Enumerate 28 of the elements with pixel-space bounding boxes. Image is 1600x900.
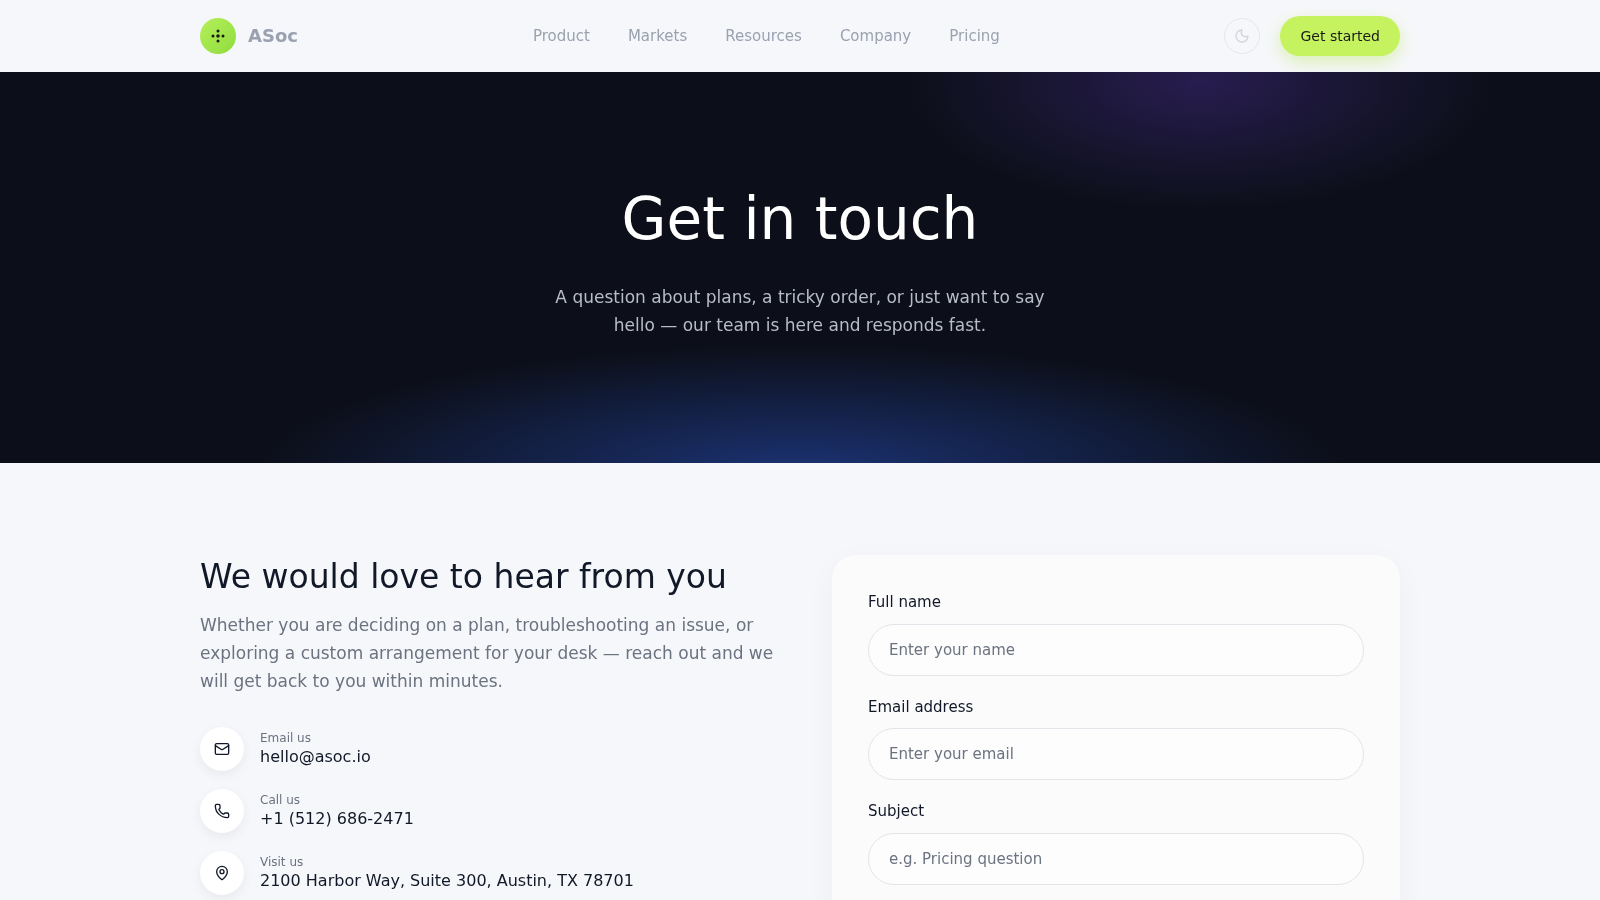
contact-value: 2100 Harbor Way, Suite 300, Austin, TX 78701 xyxy=(260,870,634,892)
input-field[interactable]: Enter your email xyxy=(868,728,1364,780)
contact-value: +1 (512) 686-2471 xyxy=(260,808,414,830)
contact-label: Visit us xyxy=(260,854,305,870)
hero-subtitle: A question about plans, a tricky order, or just want to say hello — our team is here and responds fast. xyxy=(554,286,1046,337)
input-field[interactable]: Enter your name xyxy=(868,623,1364,676)
brand-name: ASoc xyxy=(248,24,298,48)
get-started-button[interactable]: Get started xyxy=(1280,16,1400,56)
field-label: Subject xyxy=(868,801,926,822)
section-description: Whether you are deciding on a plan, troubleshooting an issue, or exploring a custom arrangement for your desk — reach out and we will get back to you within minutes. xyxy=(200,614,775,693)
logo-icon[interactable] xyxy=(200,18,236,54)
nav-link[interactable]: Pricing xyxy=(949,24,1000,48)
phone-icon xyxy=(214,803,230,819)
mail-icon xyxy=(214,741,230,757)
nav-link[interactable]: Resources xyxy=(725,24,802,48)
contact-label: Call us xyxy=(260,792,302,808)
hero-title: Get in touch xyxy=(621,184,979,255)
nav-link[interactable]: Product xyxy=(532,24,590,48)
contact-value: hello@asoc.io xyxy=(260,746,371,768)
section-heading: We would love to hear from you xyxy=(200,556,728,598)
nav-link[interactable]: Markets xyxy=(627,24,688,48)
map-pin-icon xyxy=(214,865,230,881)
input-field[interactable]: e.g. Pricing question xyxy=(868,832,1364,885)
field-label: Full name xyxy=(868,592,942,613)
field-label: Email address xyxy=(868,696,975,718)
nav-link[interactable]: Company xyxy=(839,24,912,48)
contact-label: Email us xyxy=(260,730,312,746)
moon-icon xyxy=(1234,28,1251,44)
